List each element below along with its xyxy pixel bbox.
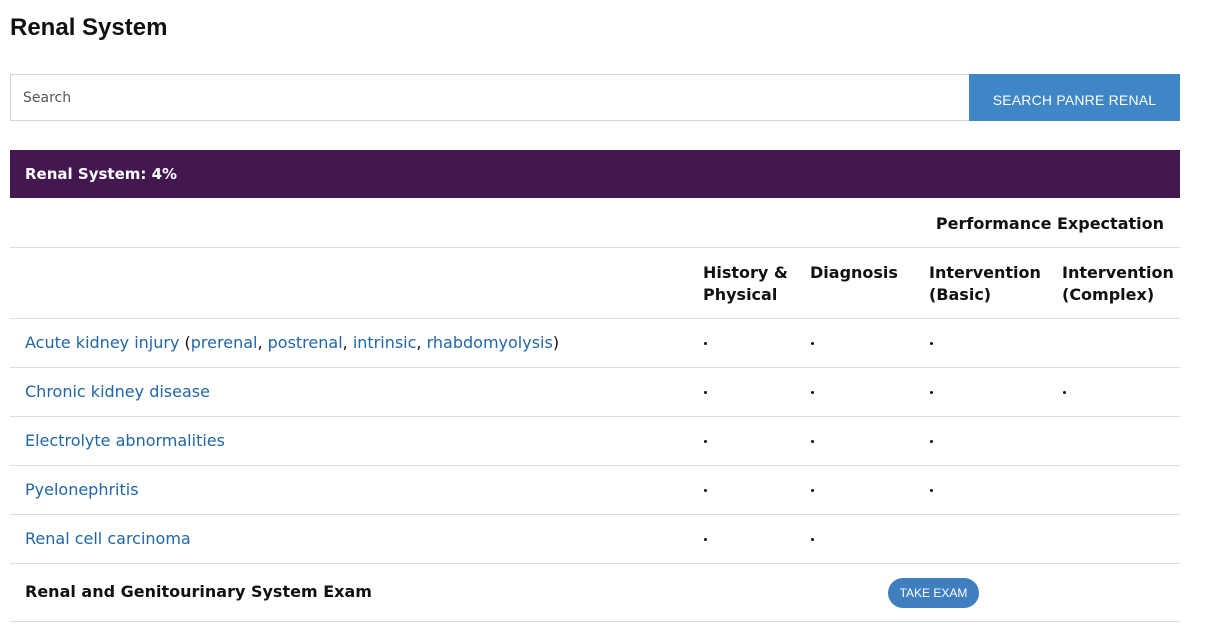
column-header-intervention-complex: Intervention (Complex) (1062, 263, 1174, 304)
performance-header-row: Performance Expectation (10, 198, 1180, 248)
table-row: Acute kidney injury (prerenal, postrenal… (10, 319, 1180, 368)
search-input[interactable] (10, 74, 969, 121)
topic-cell: Pyelonephritis (25, 480, 139, 499)
mark-dot (930, 489, 933, 492)
mark-dot (811, 342, 814, 345)
section-header: Renal System: 4% (10, 150, 1180, 198)
topic-cell: Acute kidney injury (prerenal, postrenal… (25, 333, 559, 352)
mark-dot (930, 391, 933, 394)
page-title: Renal System (10, 14, 168, 41)
subtopic-link-postrenal[interactable]: postrenal (268, 333, 343, 352)
mark-dot (811, 538, 814, 541)
mark-dot (811, 489, 814, 492)
mark-dot (704, 538, 707, 541)
search-button[interactable]: SEARCH PANRE RENAL (969, 74, 1180, 121)
take-exam-button[interactable]: TAKE EXAM (888, 578, 979, 608)
topic-cell: Chronic kidney disease (25, 382, 210, 401)
search-bar: SEARCH PANRE RENAL (10, 74, 1180, 121)
performance-expectation-label: Performance Expectation (935, 214, 1164, 233)
column-header-diagnosis: Diagnosis (810, 263, 898, 282)
exam-row: Renal and Genitourinary System Exam TAKE… (10, 564, 1180, 622)
topic-link[interactable]: Electrolyte abnormalities (25, 431, 225, 450)
topic-cell: Electrolyte abnormalities (25, 431, 225, 450)
table-row: Electrolyte abnormalities (10, 417, 1180, 466)
exam-label: Renal and Genitourinary System Exam (25, 582, 372, 601)
column-header-intervention-basic: Intervention (Basic) (929, 263, 1041, 304)
mark-dot (930, 342, 933, 345)
topic-link[interactable]: Chronic kidney disease (25, 382, 210, 401)
topic-link[interactable]: Acute kidney injury (25, 333, 179, 352)
mark-dot (1063, 391, 1066, 394)
mark-dot (704, 489, 707, 492)
close-paren: ) (552, 333, 560, 352)
separator: , (342, 333, 353, 352)
mark-dot (930, 440, 933, 443)
column-header-row: History & Physical Diagnosis Interventio… (10, 248, 1180, 319)
mark-dot (704, 440, 707, 443)
topic-link[interactable]: Pyelonephritis (25, 480, 139, 499)
separator: , (257, 333, 268, 352)
subtopic-link-prerenal[interactable]: prerenal (191, 333, 258, 352)
topics-table: Performance Expectation History & Physic… (10, 198, 1180, 622)
subtopic-link-rhabdomyolysis[interactable]: rhabdomyolysis (427, 333, 553, 352)
open-paren: ( (179, 333, 191, 352)
mark-dot (811, 440, 814, 443)
mark-dot (811, 391, 814, 394)
table-row: Renal cell carcinoma (10, 515, 1180, 564)
table-row: Pyelonephritis (10, 466, 1180, 515)
mark-dot (704, 391, 707, 394)
topic-cell: Renal cell carcinoma (25, 529, 191, 548)
topic-link[interactable]: Renal cell carcinoma (25, 529, 191, 548)
table-row: Chronic kidney disease (10, 368, 1180, 417)
subtopic-link-intrinsic[interactable]: intrinsic (353, 333, 417, 352)
mark-dot (704, 342, 707, 345)
column-header-history-physical: History & Physical (703, 263, 788, 304)
separator: , (416, 333, 427, 352)
